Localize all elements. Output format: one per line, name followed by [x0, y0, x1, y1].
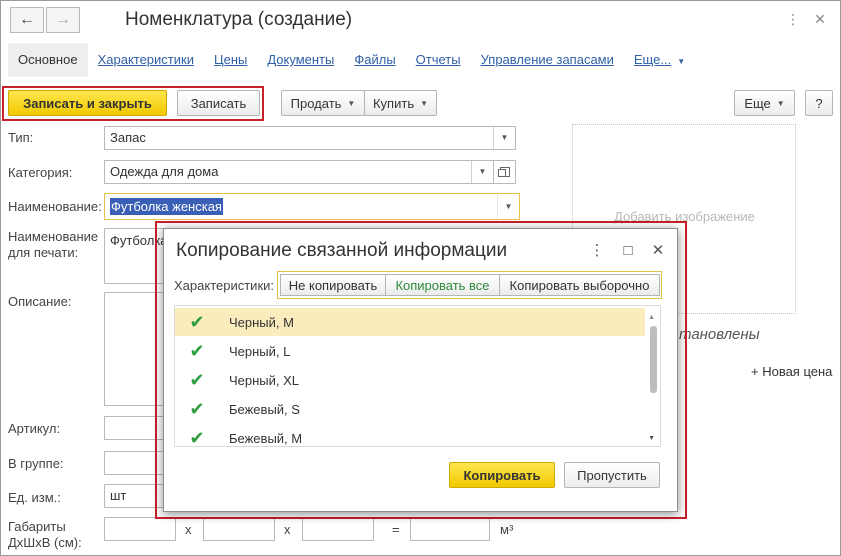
more-button[interactable]: Еще ▼ [734, 90, 795, 116]
kebab-menu-icon[interactable]: ⋮ [785, 11, 801, 27]
list-scrollbar[interactable]: ▲ ▼ [644, 306, 660, 446]
tab-main[interactable]: Основное [8, 43, 88, 77]
tab-inventory-management[interactable]: Управление запасами [471, 43, 624, 77]
chevron-down-icon[interactable]: ▼ [493, 127, 515, 149]
buy-button[interactable]: Купить ▼ [364, 90, 437, 116]
skip-button[interactable]: Пропустить [564, 462, 660, 488]
list-item-label: Черный, M [229, 314, 294, 330]
tab-prices[interactable]: Цены [204, 43, 257, 77]
save-button[interactable]: Записать [177, 90, 260, 116]
save-and-close-button[interactable]: Записать и закрыть [8, 90, 167, 116]
characteristics-label: Характеристики: [174, 278, 275, 293]
name-label: Наименование: [8, 199, 102, 214]
type-select[interactable]: Запас ▼ [104, 126, 516, 150]
help-button[interactable]: ? [805, 90, 833, 116]
list-item[interactable]: ✔ Бежевый, M [175, 424, 645, 447]
unit-label: Ед. изм.: [8, 490, 61, 505]
tab-reports[interactable]: Отчеты [406, 43, 471, 77]
dims-separator-1: x [185, 522, 192, 537]
chevron-down-icon: ▼ [677, 57, 686, 66]
close-icon[interactable]: ✕ [649, 241, 667, 259]
tab-documents[interactable]: Документы [257, 43, 344, 77]
list-item-label: Бежевый, M [229, 430, 303, 446]
scrollbar-thumb[interactable] [650, 326, 657, 393]
list-item[interactable]: ✔ Бежевый, S [175, 395, 645, 423]
characteristics-list: ✔ Черный, M ✔ Черный, L ✔ Черный, XL ✔ Б… [174, 305, 661, 447]
checkmark-icon[interactable]: ✔ [187, 399, 207, 420]
copy-all-button[interactable]: Копировать все [385, 274, 500, 296]
chevron-down-icon[interactable]: ▼ [471, 161, 493, 183]
chevron-down-icon: ▼ [776, 98, 785, 108]
dims-separator-2: x [284, 522, 291, 537]
dialog-title: Копирование связанной информации [176, 240, 508, 261]
list-item[interactable]: ✔ Черный, M [175, 308, 645, 336]
copy-mode-switch: Не копировать Копировать все Копировать … [277, 271, 662, 299]
list-item-label: Черный, XL [229, 372, 300, 388]
chevron-down-icon: ▼ [347, 98, 356, 108]
list-item-label: Бежевый, S [229, 401, 300, 417]
arrow-right-icon: → [55, 11, 71, 28]
copy-button[interactable]: Копировать [449, 462, 555, 488]
checkmark-icon[interactable]: ✔ [187, 370, 207, 391]
list-item-label: Черный, L [229, 343, 291, 359]
checkmark-icon[interactable]: ✔ [187, 428, 207, 447]
prices-not-set-text: тановлены [679, 326, 760, 343]
checkmark-icon[interactable]: ✔ [187, 312, 207, 333]
kebab-menu-icon[interactable]: ⋮ [588, 241, 606, 259]
maximize-icon[interactable]: □ [619, 241, 637, 259]
group-label: В группе: [8, 456, 64, 471]
chevron-down-icon[interactable]: ▼ [497, 194, 519, 219]
tab-characteristics[interactable]: Характеристики [88, 43, 204, 77]
description-label: Описание: [8, 294, 72, 309]
print-name-label: Наименование для печати: [8, 229, 99, 260]
name-field[interactable]: Футболка женская ▼ [104, 193, 520, 220]
tab-more[interactable]: Еще... ▼ [624, 43, 689, 77]
width-field[interactable] [203, 517, 275, 541]
height-field[interactable] [302, 517, 374, 541]
dont-copy-button[interactable]: Не копировать [280, 274, 386, 296]
dims-equals: = [392, 522, 400, 537]
open-category-button[interactable] [493, 160, 516, 184]
category-field[interactable]: Одежда для дома ▼ [104, 160, 494, 184]
dimensions-label: Габариты ДхШхВ (см): [8, 519, 82, 550]
new-price-link[interactable]: + Новая цена [751, 364, 832, 380]
open-window-icon-back [498, 169, 506, 177]
checkmark-icon[interactable]: ✔ [187, 341, 207, 362]
tab-bar: Основное Характеристики Цены Документы Ф… [8, 43, 689, 77]
article-label: Артикул: [8, 421, 61, 436]
close-icon[interactable]: ✕ [812, 11, 828, 27]
forward-button[interactable]: → [46, 7, 80, 33]
type-label: Тип: [8, 130, 34, 145]
volume-field[interactable] [410, 517, 490, 541]
copy-selectively-button[interactable]: Копировать выборочно [499, 274, 660, 296]
copy-related-info-dialog: Копирование связанной информации ⋮ □ ✕ Х… [163, 228, 678, 512]
scroll-down-icon[interactable]: ▼ [648, 435, 655, 442]
sell-button[interactable]: Продать ▼ [281, 90, 365, 116]
scroll-up-icon[interactable]: ▲ [648, 314, 655, 321]
category-label: Категория: [8, 165, 73, 180]
chevron-down-icon: ▼ [420, 98, 429, 108]
page-title: Номенклатура (создание) [125, 9, 353, 30]
back-button[interactable]: ← [10, 7, 44, 33]
list-item[interactable]: ✔ Черный, XL [175, 366, 645, 394]
volume-unit: м³ [500, 522, 514, 537]
list-item[interactable]: ✔ Черный, L [175, 337, 645, 365]
tab-files[interactable]: Файлы [344, 43, 405, 77]
arrow-left-icon: ← [19, 11, 35, 28]
length-field[interactable] [104, 517, 176, 541]
